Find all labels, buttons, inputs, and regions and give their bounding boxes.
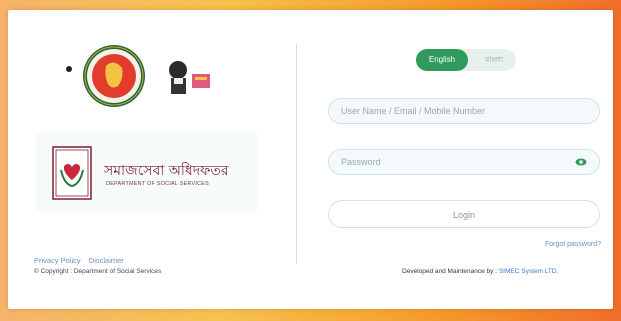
department-name-english: DEPARTMENT OF SOCIAL SERVICES xyxy=(106,181,209,187)
privacy-policy-link[interactable]: Privacy Policy xyxy=(34,256,81,265)
username-input[interactable] xyxy=(329,99,571,123)
department-logo xyxy=(52,146,92,200)
decorative-dot xyxy=(66,66,72,72)
developed-by-text: Developed and Maintenance by : SIMEC Sys… xyxy=(402,268,558,275)
show-password-icon[interactable] xyxy=(575,156,587,168)
developed-by-prefix: Developed and Maintenance by : xyxy=(402,268,499,275)
department-card: সমাজসেবা অধিদফতর DEPARTMENT OF SOCIAL SE… xyxy=(36,132,258,212)
footer-links: Privacy Policy Disclaimer xyxy=(34,256,130,265)
language-toggle[interactable]: English বাংলা xyxy=(416,49,516,71)
disclaimer-link[interactable]: Disclaimer xyxy=(89,256,124,265)
branding-section: সমাজসেবা অধিদফতর DEPARTMENT OF SOCIAL SE… xyxy=(8,10,296,309)
language-english-button[interactable]: English xyxy=(416,49,468,71)
vertical-divider xyxy=(296,44,297,264)
forgot-password-link[interactable]: Forgot password? xyxy=(545,241,601,248)
developer-link[interactable]: SIMEC System LTD. xyxy=(499,268,558,275)
portrait-image xyxy=(162,56,214,96)
copyright-text: © Copyright : Department of Social Servi… xyxy=(34,268,162,275)
username-field[interactable] xyxy=(328,98,600,124)
login-panel: সমাজসেবা অধিদফতর DEPARTMENT OF SOCIAL SE… xyxy=(8,10,613,309)
login-button[interactable]: Login xyxy=(328,200,600,228)
login-form-section: English বাংলা Login Forgot password? Dev… xyxy=(308,10,613,309)
page-frame: সমাজসেবা অধিদফতর DEPARTMENT OF SOCIAL SE… xyxy=(0,0,621,321)
government-seal-logo xyxy=(83,45,145,107)
language-bangla-button[interactable]: বাংলা xyxy=(476,49,512,71)
department-name-bangla: সমাজসেবা অধিদফতর xyxy=(104,163,229,179)
password-input[interactable] xyxy=(329,150,571,174)
password-field[interactable] xyxy=(328,149,600,175)
